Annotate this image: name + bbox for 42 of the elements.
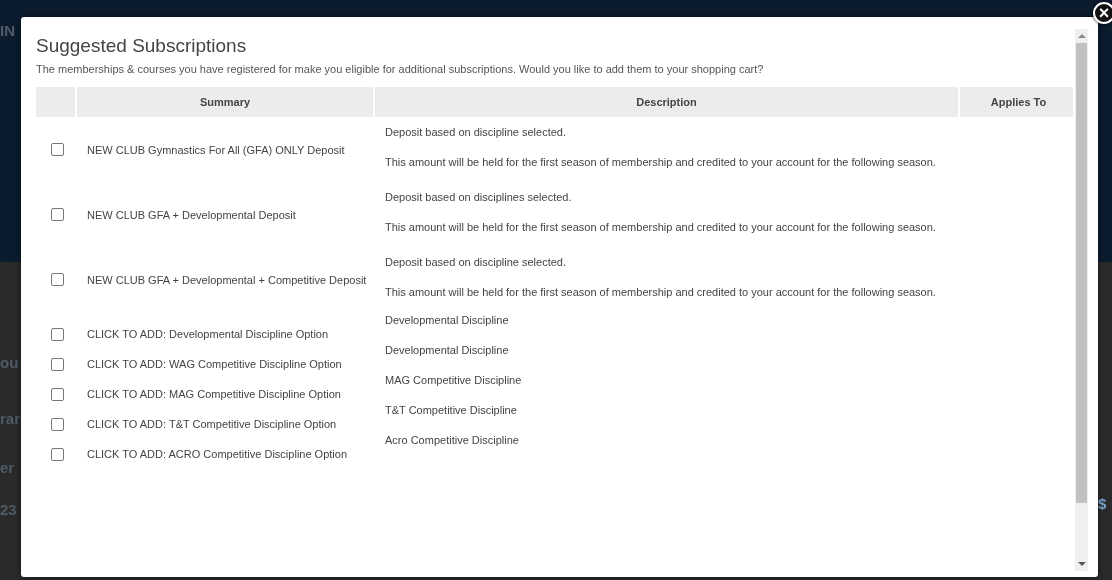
background-text: $ (1098, 495, 1107, 512)
background-text: ou (0, 354, 20, 371)
description-text: Developmental Discipline (385, 314, 510, 326)
summary-cell: NEW CLUB GFA + Developmental Deposit (87, 208, 296, 221)
summary-cell: CLICK TO ADD: T&T Competitive Discipline Option (87, 418, 337, 430)
checkbox[interactable] (51, 418, 64, 431)
summary-cell: CLICK TO ADD: MAG Competitive Discipline Option (87, 388, 341, 400)
checkbox[interactable] (51, 358, 64, 371)
background-text: er (0, 459, 16, 476)
summary-cell: CLICK TO ADD: Developmental Discipline Option (87, 328, 329, 340)
column-header: Applies To (960, 87, 1073, 117)
scroll-up-icon[interactable] (1077, 34, 1086, 38)
description-text: Deposit based on disciplines selected. (385, 191, 573, 203)
scrollbar-thumb[interactable] (1076, 43, 1087, 503)
background-text: IN (0, 22, 16, 39)
summary-cell: NEW CLUB Gymnastics For All (GFA) ONLY Deposit (87, 143, 345, 156)
scrollbar[interactable] (1075, 29, 1088, 571)
description-text: This amount will be held for the first season of membership and credited to your account for the following season. (385, 221, 937, 233)
checkbox[interactable] (51, 328, 64, 341)
description-text: Developmental Discipline (385, 344, 510, 356)
summary-cell: CLICK TO ADD: ACRO Competitive Discipline Option (87, 448, 348, 460)
checkbox[interactable] (51, 208, 64, 221)
description-text: MAG Competitive Discipline (385, 374, 523, 386)
scroll-down-icon[interactable] (1077, 562, 1086, 566)
background-text: rar (0, 410, 20, 427)
dialog-title: Suggested Subscriptions (36, 35, 247, 57)
description-text: This amount will be held for the first season of membership and credited to your account for the following season. (385, 156, 937, 168)
checkbox[interactable] (51, 143, 64, 156)
description-text: This amount will be held for the first season of membership and credited to your account for the following season. (385, 286, 937, 298)
intro-text: The memberships & courses you have registered for make you eligible for additional subscriptions. Would you like to add them to your shopping cart? (36, 63, 764, 75)
description-text: Deposit based on discipline selected. (385, 256, 567, 268)
background-text: 23 (0, 501, 18, 518)
column-header: Summary (77, 87, 373, 117)
checkbox[interactable] (51, 273, 64, 286)
description-text: T&T Competitive Discipline (385, 404, 518, 416)
summary-cell: CLICK TO ADD: WAG Competitive Discipline Option (87, 358, 342, 370)
checkbox[interactable] (51, 388, 64, 401)
checkbox[interactable] (51, 448, 64, 461)
summary-cell: NEW CLUB GFA + Developmental + Competitive Deposit (87, 273, 367, 286)
description-text: Acro Competitive Discipline (385, 434, 520, 446)
description-text: Deposit based on discipline selected. (385, 126, 567, 138)
column-header: Description (375, 87, 958, 117)
